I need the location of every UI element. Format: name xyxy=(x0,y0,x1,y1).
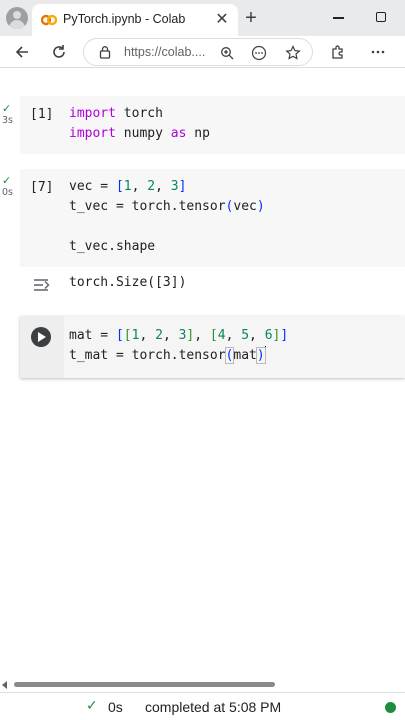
code-token: , xyxy=(131,179,148,194)
run-cell-button[interactable] xyxy=(31,327,51,347)
completion-time: completed at 5:08 PM xyxy=(145,699,282,715)
number-token: 1 xyxy=(123,179,132,194)
code-line: vec = [1, 2, 3] xyxy=(69,177,265,197)
code-line: t_vec.shape xyxy=(69,237,265,257)
number-token: 5 xyxy=(241,328,250,343)
keyword-token: import xyxy=(69,106,116,121)
bracket-token: [ xyxy=(115,328,124,343)
code-cell-2[interactable]: [7] vec = [1, 2, 3] t_vec = torch.tensor(… xyxy=(20,169,405,267)
code-token: t_vec = torch.tensor xyxy=(69,199,226,214)
bracket-token: ] xyxy=(280,328,289,343)
code-cell-3[interactable]: mat = [[1, 2, 3], [4, 5, 6]] t_mat = torc… xyxy=(20,316,405,378)
code-cell-1[interactable]: [1] import torch import numpy as np xyxy=(20,96,405,154)
output-toggle-icon[interactable] xyxy=(33,277,53,293)
cell-prompt: [1] xyxy=(30,107,54,122)
tab-title: PyTorch.ipynb - Colab xyxy=(63,12,186,26)
bracket-token: ] xyxy=(178,179,187,194)
reload-icon[interactable] xyxy=(46,39,72,65)
bracket-token: ) xyxy=(255,347,266,364)
code-token: t_mat = torch.tensor xyxy=(69,348,226,363)
status-bar: ✓ 0s completed at 5:08 PM xyxy=(0,692,405,720)
star-icon[interactable] xyxy=(284,44,302,62)
extensions-icon[interactable] xyxy=(325,39,351,65)
code-token: , xyxy=(249,328,265,343)
scrollbar-thumb[interactable] xyxy=(14,682,275,687)
check-icon: ✓ xyxy=(86,698,98,714)
code-editor[interactable]: import torch import numpy as np xyxy=(69,104,210,144)
back-arrow-icon[interactable] xyxy=(9,39,35,65)
code-line: t_vec = torch.tensor(vec) xyxy=(69,197,265,217)
minimize-icon[interactable] xyxy=(333,17,344,19)
more-vertical-icon[interactable] xyxy=(365,39,391,65)
exec-time: 3s xyxy=(2,115,13,126)
code-token: , xyxy=(155,179,171,194)
code-token: , xyxy=(225,328,242,343)
code-token: numpy xyxy=(115,126,171,141)
check-icon: ✓ xyxy=(2,174,12,187)
cell-prompt: [7] xyxy=(30,180,54,195)
code-token: , xyxy=(194,328,210,343)
cell-output: torch.Size([3]) xyxy=(69,275,187,290)
exec-duration: 0s xyxy=(108,699,123,715)
browser-toolbar: https://colab.... xyxy=(0,36,405,68)
number-token: 2 xyxy=(147,179,156,194)
lock-icon xyxy=(99,46,111,59)
colab-logo-icon xyxy=(41,14,57,26)
bracket-token: [ xyxy=(115,179,124,194)
number-token: 6 xyxy=(264,328,273,343)
cell-1-exec-status: ✓ 3s xyxy=(2,103,13,127)
code-token: t_vec.shape xyxy=(69,239,156,254)
plus-icon[interactable]: + xyxy=(240,7,262,29)
number-token: 2 xyxy=(155,328,163,343)
code-editor[interactable]: vec = [1, 2, 3] t_vec = torch.tensor(vec)… xyxy=(69,177,265,257)
more-horizontal-icon[interactable] xyxy=(250,44,268,62)
url-text: https://colab.... xyxy=(124,45,206,59)
code-line: t_mat = torch.tensor(mat) xyxy=(69,346,288,366)
number-token: 4 xyxy=(217,328,226,343)
code-line: import numpy as np xyxy=(69,124,210,144)
notebook-area: ✓ 3s [1] import torch import numpy as np … xyxy=(0,69,405,699)
code-editor[interactable]: mat = [[1, 2, 3], [4, 5, 6]] t_mat = torc… xyxy=(69,326,288,366)
keyword-token: as xyxy=(170,126,187,141)
number-token: 3 xyxy=(170,179,179,194)
bracket-token: ) xyxy=(256,199,265,214)
bracket-token: [ xyxy=(123,328,132,343)
horizontal-scrollbar[interactable] xyxy=(0,680,405,690)
code-token: mat xyxy=(233,348,257,363)
keyword-token: import xyxy=(69,126,116,141)
zoom-icon[interactable] xyxy=(218,44,236,62)
runtime-status-icon xyxy=(385,702,396,713)
code-line: mat = [[1, 2, 3], [4, 5, 6]] xyxy=(69,326,288,346)
profile-icon[interactable] xyxy=(6,7,28,29)
exec-time: 0s xyxy=(2,187,13,198)
maximize-icon[interactable] xyxy=(376,12,386,22)
code-token: , xyxy=(162,328,179,343)
check-icon: ✓ xyxy=(2,102,12,115)
code-token: mat = xyxy=(69,328,116,343)
tab-bar: PyTorch.ipynb - Colab ✕ + xyxy=(0,0,405,36)
scroll-left-icon[interactable] xyxy=(2,681,7,689)
browser-tab[interactable]: PyTorch.ipynb - Colab ✕ xyxy=(32,4,238,36)
code-token: vec = xyxy=(69,179,116,194)
address-bar[interactable]: https://colab.... xyxy=(83,38,313,66)
code-token: torch xyxy=(115,106,163,121)
code-token: np xyxy=(186,126,210,141)
code-line: import torch xyxy=(69,104,210,124)
cell-2-exec-status: ✓ 0s xyxy=(2,175,13,199)
cell-gutter xyxy=(20,316,64,378)
code-token: , xyxy=(139,328,156,343)
code-token: vec xyxy=(233,199,257,214)
bracket-token: [ xyxy=(209,328,218,343)
close-icon[interactable]: ✕ xyxy=(212,10,232,30)
text-cursor xyxy=(264,346,267,362)
